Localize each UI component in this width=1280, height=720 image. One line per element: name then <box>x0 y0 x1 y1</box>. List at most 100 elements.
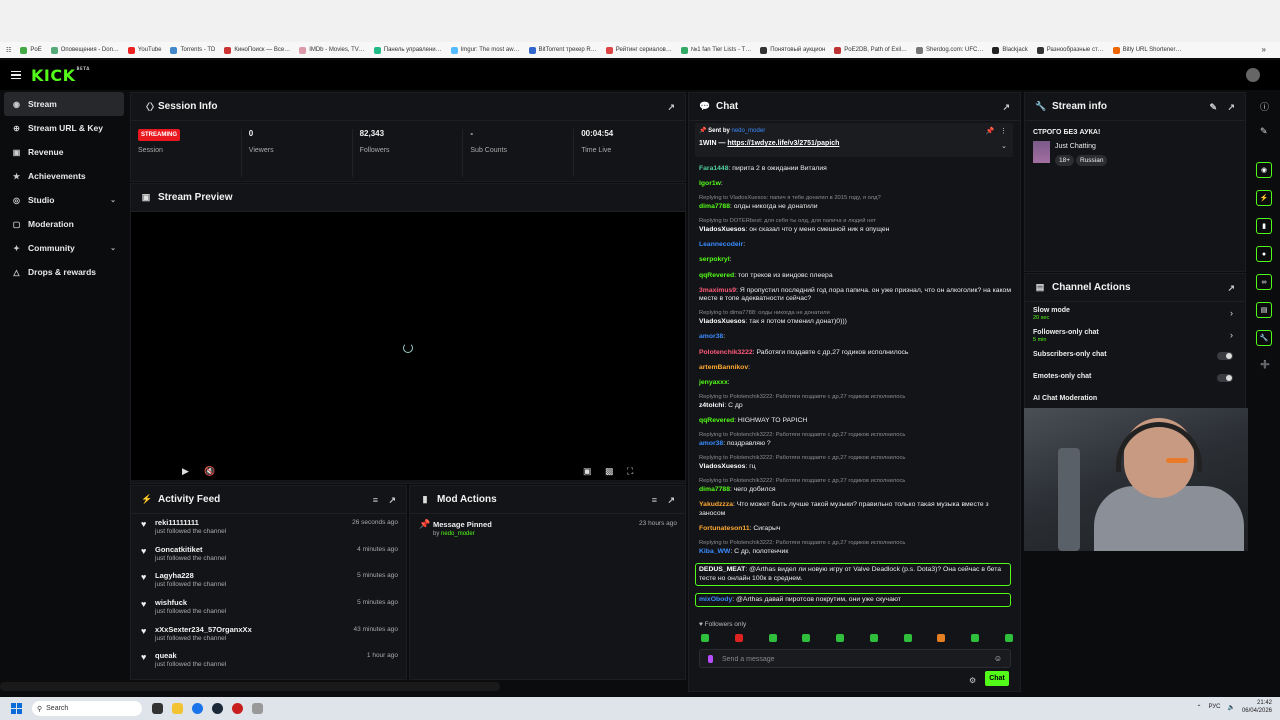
tool-link-icon[interactable]: ∞ <box>1256 274 1272 290</box>
sidebar-item-studio[interactable]: ◎ Studio ⌄ <box>0 188 128 212</box>
bookmark-item[interactable]: Разнообразные ст… <box>1036 46 1104 54</box>
channel-action-emotes-only-chat[interactable]: Emotes-only chat <box>1025 368 1245 390</box>
sidebar-item-revenue[interactable]: ▣ Revenue <box>0 140 128 164</box>
scrollbar[interactable] <box>0 682 500 691</box>
windows-start-icon[interactable] <box>11 703 22 714</box>
chat-username[interactable]: VladosXuesos <box>699 226 745 233</box>
tool-bolt-icon[interactable]: ⚡ <box>1256 190 1272 206</box>
emoji-icon[interactable]: ☺ <box>994 654 1002 663</box>
edit-icon[interactable]: ✎ <box>1209 102 1217 113</box>
reply-reference[interactable]: Replying to Polotenchik3222: Работяги по… <box>699 432 1011 439</box>
chat-username[interactable]: serpokryl <box>699 256 730 263</box>
tool-wrench-icon[interactable]: 🔧 <box>1256 330 1272 346</box>
video-player[interactable]: ▶ 🔇 ▣ ▩ ⛶ <box>131 212 685 480</box>
chat-input[interactable] <box>722 654 972 664</box>
tool-list-icon[interactable]: ▤ <box>1256 302 1272 318</box>
emote-icon[interactable] <box>937 634 946 642</box>
bookmark-item[interactable]: Blackjack <box>992 46 1028 54</box>
clock[interactable]: 21:42 06/04/2026 <box>1242 699 1272 715</box>
reply-reference[interactable]: Replying to DOTERbest: для себя ты олд, … <box>699 218 1011 225</box>
chat-username[interactable]: qqRevered <box>699 417 734 424</box>
mic-icon[interactable] <box>708 655 713 663</box>
emote-icon[interactable] <box>903 634 912 642</box>
popout-icon[interactable]: ↗ <box>667 102 675 113</box>
category-name[interactable]: Just Chatting <box>1055 143 1096 150</box>
chat-username[interactable]: dima7788 <box>699 203 730 210</box>
chevron-up-icon[interactable]: ⌃ <box>1196 704 1201 711</box>
popout-icon[interactable]: ↗ <box>1227 283 1235 294</box>
chrome-icon[interactable] <box>192 703 203 714</box>
chat-username[interactable]: Leannecodeir <box>699 241 743 248</box>
chat-username[interactable]: amor38 <box>699 440 723 447</box>
sidebar-item-stream[interactable]: ◉ Stream <box>4 92 124 116</box>
chat-username[interactable]: Yakudzzza <box>699 501 733 508</box>
chat-input-box[interactable]: ☺ <box>699 649 1011 668</box>
apps-grid-icon[interactable]: ☷ <box>6 47 11 54</box>
edit-icon[interactable]: ✎ <box>1260 126 1268 137</box>
bookmark-item[interactable]: PoE2DB, Path of Exil… <box>834 46 907 54</box>
mute-icon[interactable]: 🔇 <box>204 466 215 477</box>
channel-action-subscribers-only-chat[interactable]: Subscribers-only chat <box>1025 346 1245 368</box>
bookmark-item[interactable]: Оповещения - Don… <box>50 46 119 54</box>
info-icon[interactable]: ⓘ <box>1260 100 1269 113</box>
pinned-message[interactable]: 📌 Sent by nedo_moder 1WIN — https://1wdy… <box>695 123 1013 157</box>
bookmark-item[interactable]: №1 fan Tier Lists - T… <box>680 46 751 54</box>
emote-icon[interactable] <box>836 634 845 642</box>
kick-logo[interactable]: KICKBETA <box>31 66 90 85</box>
bookmark-item[interactable]: IMDb - Movies, TV… <box>299 46 365 54</box>
sidebar-item-stream-url-key[interactable]: ⊕ Stream URL & Key <box>0 116 128 140</box>
reply-reference[interactable]: Replying to Polotenchik3222: Работяги по… <box>699 540 1011 547</box>
reply-reference[interactable]: Replying to Polotenchik3222: Работяги по… <box>699 455 1011 462</box>
bookmark-item[interactable]: Bitly URL Shortener… <box>1112 46 1182 54</box>
chevron-right-icon[interactable]: › <box>1230 330 1233 340</box>
pinned-link[interactable]: https://1wdyze.life/v3/2751/papich <box>727 140 839 147</box>
chat-username[interactable]: Fortunateson11 <box>699 525 750 532</box>
popout-icon[interactable]: ↗ <box>1002 102 1010 113</box>
chat-username[interactable]: Fara1448 <box>699 165 728 172</box>
chat-username[interactable]: DEDUS_MEAT <box>699 566 745 573</box>
sidebar-item-moderation[interactable]: ▢ Moderation <box>0 212 128 236</box>
more-icon[interactable]: ⋮ <box>1000 128 1007 135</box>
emote-icon[interactable] <box>802 634 811 642</box>
chat-username[interactable]: amor38 <box>699 333 723 340</box>
chevron-down-icon[interactable]: ⌄ <box>110 196 116 204</box>
channel-action-followers-only-chat[interactable]: Followers-only chat 5 min › <box>1025 324 1245 346</box>
tool-chat-icon[interactable]: ● <box>1256 246 1272 262</box>
chat-username[interactable]: qqRevered <box>699 272 734 279</box>
bookmark-item[interactable]: Imgur: The most aw… <box>450 46 520 54</box>
volume-icon[interactable]: 🔈 <box>1227 704 1234 711</box>
chat-username[interactable]: VladosXuesos <box>699 318 745 325</box>
chat-username[interactable]: Igor1w <box>699 180 721 187</box>
app2-icon[interactable] <box>252 703 263 714</box>
reply-reference[interactable]: Replying to VladosXuesos: папич я тебе д… <box>699 195 1011 202</box>
bookmark-item[interactable]: Sherdog.com: UFC… <box>916 46 983 54</box>
user-avatar[interactable] <box>1246 68 1260 82</box>
bookmark-item[interactable]: BitTorrent трекер R… <box>528 46 597 54</box>
popout-icon[interactable]: ↗ <box>388 495 396 506</box>
mod-by-user[interactable]: nedo_moder <box>441 531 475 537</box>
chat-username[interactable]: artemBannikov <box>699 364 748 371</box>
play-icon[interactable]: ▶ <box>182 466 189 477</box>
chevron-down-icon[interactable]: ⌄ <box>110 244 116 252</box>
unpin-icon[interactable]: 📌 <box>985 128 994 135</box>
sidebar-item-achievements[interactable]: ★ Achievements <box>0 164 128 188</box>
tool-capture-icon[interactable]: ◉ <box>1256 162 1272 178</box>
toggle-switch[interactable] <box>1217 352 1233 360</box>
chevron-right-icon[interactable]: › <box>1230 308 1233 318</box>
popout-icon[interactable]: ↗ <box>1227 102 1235 113</box>
bookmark-item[interactable]: Torrents - TD <box>170 46 215 54</box>
reply-reference[interactable]: Replying to Polotenchik3222: Работяги по… <box>699 394 1011 401</box>
reply-reference[interactable]: Replying to dima7788: олды никогда не до… <box>699 310 1011 317</box>
pinned-user[interactable]: nedo_moder <box>732 128 766 134</box>
taskbar-search[interactable]: ⚲ Search <box>32 701 142 716</box>
taskview-icon[interactable] <box>152 703 163 714</box>
chat-username[interactable]: dima7788 <box>699 486 730 493</box>
settings-icon[interactable]: ⚙ <box>969 676 976 685</box>
emote-icon[interactable] <box>971 634 980 642</box>
more-bookmarks-icon[interactable]: » <box>1262 45 1266 54</box>
emote-icon[interactable] <box>768 634 777 642</box>
menu-icon[interactable] <box>11 70 21 80</box>
steam-icon[interactable] <box>212 703 223 714</box>
bookmark-item[interactable]: Рейтинг сериалов… <box>605 46 672 54</box>
chat-username[interactable]: VladosXuesos <box>699 463 745 470</box>
